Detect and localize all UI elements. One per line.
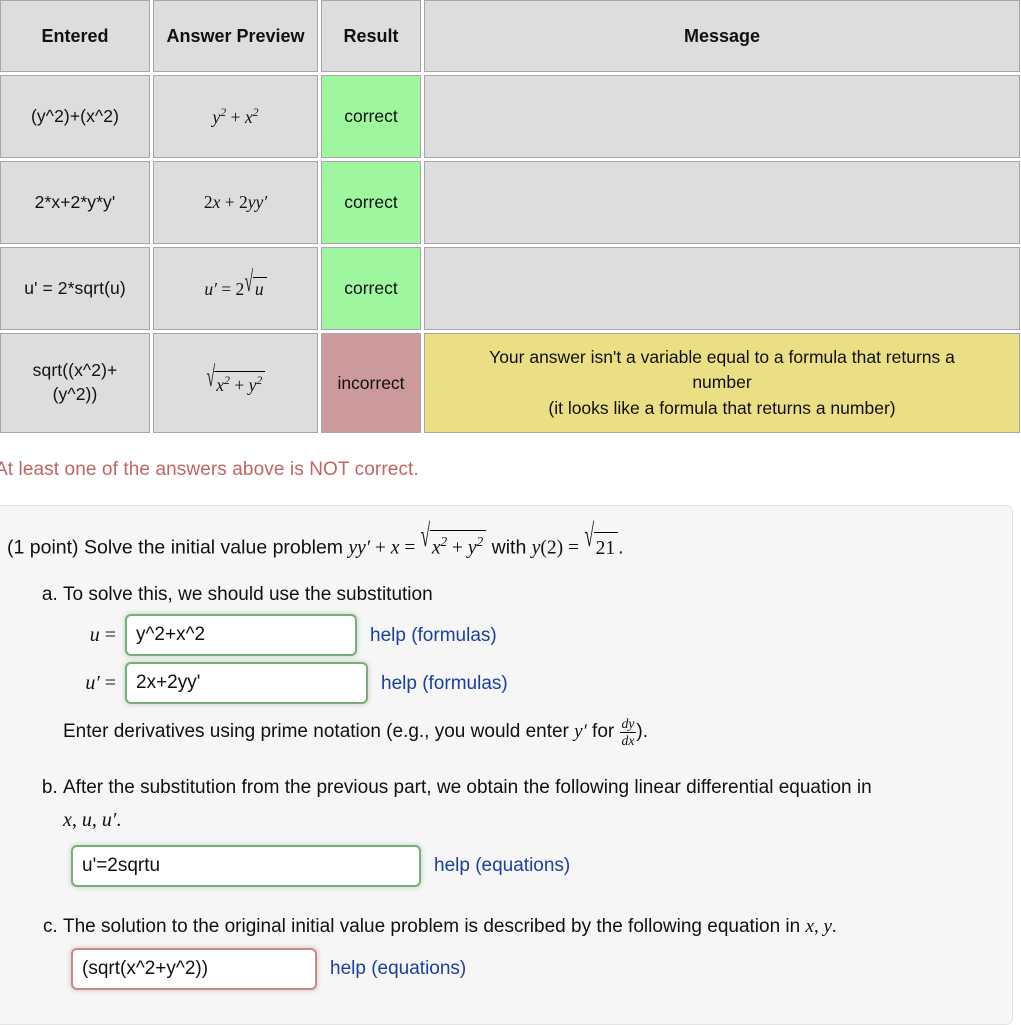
statement-lead: Solve the initial value problem bbox=[83, 536, 344, 559]
part-c-input-row: help (equations) bbox=[71, 948, 994, 991]
u-label: u = bbox=[89, 623, 116, 646]
table-row: 2*x+2*y*y' 2x + 2yy′ correct bbox=[0, 161, 1020, 244]
u-prime-answer-input[interactable] bbox=[125, 662, 368, 705]
message-line-2: number bbox=[692, 372, 752, 393]
problem-panel: (1 point) Solve the initial value proble… bbox=[0, 505, 1013, 1025]
cell-result: correct bbox=[321, 161, 421, 244]
cell-message bbox=[424, 247, 1020, 330]
cell-message bbox=[424, 161, 1020, 244]
math-sqrt-x2-y2: √x2 + y2 bbox=[420, 520, 487, 563]
help-equations-b-link[interactable]: help (equations) bbox=[434, 852, 570, 880]
part-a-prompt: To solve this, we should use the substit… bbox=[63, 583, 433, 605]
problem-part-a: To solve this, we should use the substit… bbox=[63, 581, 994, 748]
math-dy-dx: dy dx bbox=[619, 716, 637, 748]
part-b-input-row: help (equations) bbox=[71, 844, 994, 887]
problem-parts-list: To solve this, we should use the substit… bbox=[7, 581, 994, 991]
math-sqrt-21: √21 bbox=[584, 520, 619, 563]
column-header-answer-preview: Answer Preview bbox=[153, 0, 318, 72]
cell-answer-preview: u′ = 2√u bbox=[153, 247, 318, 330]
results-table-container: Entered Answer Preview Result Message (y… bbox=[0, 0, 1021, 436]
u-answer-input[interactable] bbox=[125, 614, 357, 657]
cell-entered: 2*x+2*y*y' bbox=[0, 161, 150, 244]
column-header-answer-preview-text: Answer Preview bbox=[166, 25, 305, 46]
cell-result: incorrect bbox=[321, 333, 421, 433]
cell-message: Your answer isn't a variable equal to a … bbox=[424, 333, 1020, 433]
column-header-result: Result bbox=[321, 0, 421, 72]
cell-answer-preview: y2 + x2 bbox=[153, 75, 318, 158]
table-row: (y^2)+(x^2) y2 + x2 correct bbox=[0, 75, 1020, 158]
help-equations-c-link[interactable]: help (equations) bbox=[330, 955, 466, 983]
part-a-note-post: ). bbox=[636, 721, 649, 743]
incorrect-answers-alert: At least one of the answers above is NOT… bbox=[0, 459, 419, 480]
part-a-u-row: u = help (formulas) bbox=[63, 614, 994, 657]
statement-with: with bbox=[491, 536, 527, 559]
part-b-vars: x, u, u′. bbox=[63, 808, 122, 831]
cell-entered: (y^2)+(x^2) bbox=[0, 75, 150, 158]
cell-result: correct bbox=[321, 75, 421, 158]
help-formulas-uprime-link[interactable]: help (formulas) bbox=[381, 670, 508, 698]
table-row: u' = 2*sqrt(u) u′ = 2√u correct bbox=[0, 247, 1020, 330]
part-a-note-pre: Enter derivatives using prime notation (… bbox=[63, 721, 569, 743]
statement-period: . bbox=[618, 536, 624, 559]
problem-part-b: After the substitution from the previous… bbox=[63, 774, 994, 887]
table-header-row: Entered Answer Preview Result Message bbox=[0, 0, 1020, 72]
part-c-prompt: The solution to the original initial val… bbox=[63, 915, 801, 937]
part-a-note: Enter derivatives using prime notation (… bbox=[63, 716, 649, 748]
problem-statement: (1 point) Solve the initial value proble… bbox=[7, 520, 994, 563]
message-line-3: (it looks like a formula that returns a … bbox=[548, 397, 896, 418]
help-formulas-u-link[interactable]: help (formulas) bbox=[370, 622, 497, 650]
results-table: Entered Answer Preview Result Message (y… bbox=[0, 0, 1021, 436]
column-header-message: Message bbox=[424, 0, 1020, 72]
cell-message bbox=[424, 75, 1020, 158]
math-yy-prime: yy bbox=[348, 537, 366, 559]
points-label: (1 point) bbox=[7, 536, 79, 559]
cell-result: correct bbox=[321, 247, 421, 330]
cell-entered-line1: sqrt((x^2)+ bbox=[32, 360, 118, 381]
problem-part-c: The solution to the original initial val… bbox=[63, 913, 994, 991]
table-row: sqrt((x^2)+ (y^2)) √x2 + y2 incorrect Yo… bbox=[0, 333, 1020, 433]
cell-answer-preview: √x2 + y2 bbox=[153, 333, 318, 433]
column-header-entered: Entered bbox=[0, 0, 150, 72]
part-a-note-mid: for bbox=[592, 721, 615, 743]
cell-entered-line2: (y^2)) bbox=[52, 384, 98, 404]
cell-entered: u' = 2*sqrt(u) bbox=[0, 247, 150, 330]
cell-entered: sqrt((x^2)+ (y^2)) bbox=[0, 333, 150, 433]
part-c-vars: x, y. bbox=[805, 915, 837, 937]
part-c-answer-input[interactable] bbox=[71, 948, 317, 991]
u-prime-label: u′ = bbox=[85, 671, 116, 694]
message-line-1: Your answer isn't a variable equal to a … bbox=[489, 346, 955, 367]
cell-answer-preview: 2x + 2yy′ bbox=[153, 161, 318, 244]
part-a-uprime-row: u′ = help (formulas) bbox=[63, 662, 994, 705]
part-b-answer-input[interactable] bbox=[71, 844, 421, 887]
part-b-prompt: After the substitution from the previous… bbox=[63, 776, 872, 798]
